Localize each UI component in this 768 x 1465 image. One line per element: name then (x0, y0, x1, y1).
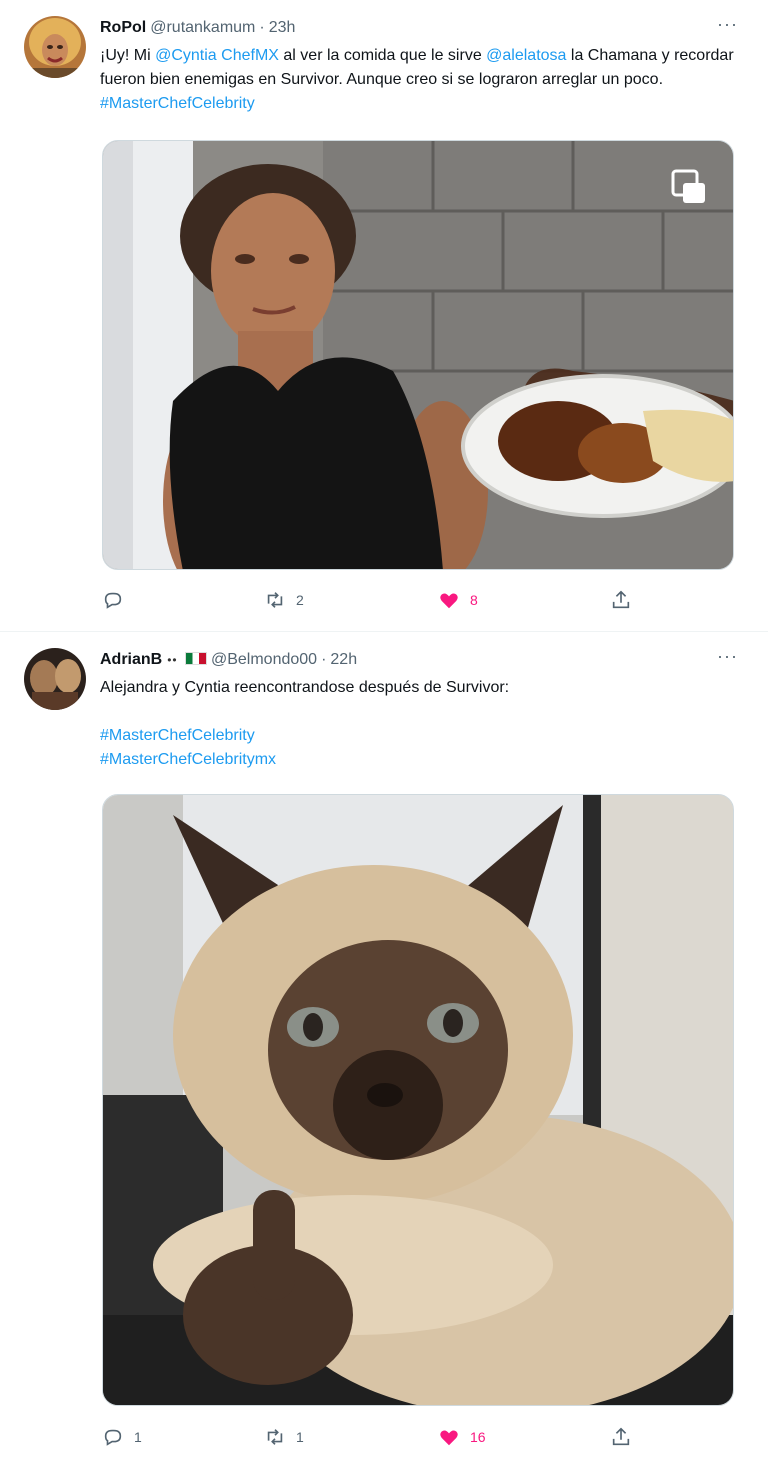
tweet-line: Alejandra y Cyntia reencontrandose despu… (100, 679, 510, 696)
mention-link[interactable]: #MasterChefCelebrity (100, 95, 255, 112)
tweet-actions: 1 1 16 (102, 1425, 642, 1449)
heart-icon (440, 593, 458, 609)
tweet-header: AdrianB •• @Belmondo00 · 22h (100, 650, 738, 672)
reply-icon (104, 592, 122, 609)
name-emoji: •• (167, 650, 207, 670)
like-button[interactable]: 8 (438, 589, 478, 611)
display-name[interactable]: AdrianB (100, 650, 162, 670)
tweet-text: ¡Uy! Mi @Cyntia ChefMX al ver la comida … (100, 44, 738, 116)
tweet-text: Alejandra y Cyntia reencontrandose despu… (100, 676, 738, 772)
tweet-header: RoPol @rutankamum · 23h (100, 18, 738, 40)
reply-button[interactable] (102, 589, 134, 611)
mexico-flag-icon (184, 652, 207, 665)
avatar[interactable] (24, 648, 86, 710)
share-button[interactable] (610, 589, 632, 611)
tweet[interactable]: AdrianB •• @Belmondo00 · 22h ··· Alejand… (0, 632, 768, 1465)
timestamp[interactable]: 23h (269, 18, 296, 38)
heart-icon (440, 1430, 458, 1446)
hashtag-link[interactable]: #MasterChefCelebritymx (100, 748, 738, 772)
retweet-icon (267, 592, 283, 608)
reply-button[interactable]: 1 (102, 1426, 142, 1448)
separator: · (259, 19, 265, 36)
tweet[interactable]: RoPol @rutankamum · 23h ··· ¡Uy! Mi @Cyn… (0, 0, 768, 632)
share-button[interactable] (610, 1426, 632, 1448)
retweet-button[interactable]: 2 (264, 589, 304, 611)
like-button[interactable]: 16 (438, 1426, 486, 1448)
display-name[interactable]: RoPol (100, 18, 146, 38)
reply-icon (104, 1429, 122, 1446)
tweet-text-segment: al ver la comida que le sirve (278, 47, 487, 64)
retweet-icon (267, 1429, 283, 1445)
separator: · (321, 651, 327, 668)
hashtag-link[interactable]: #MasterChefCelebrity (100, 724, 738, 748)
mention-link[interactable]: @alelatosa (486, 47, 566, 64)
tweet-text-segment: ¡Uy! Mi (100, 47, 156, 64)
mention-link[interactable]: @Cyntia ChefMX (155, 47, 279, 64)
emoji-dots: •• (167, 653, 182, 667)
share-icon (612, 1427, 630, 1446)
handle[interactable]: @Belmondo00 (211, 650, 317, 670)
tweet-actions: 2 8 (102, 588, 642, 612)
like-count: 16 (470, 1429, 486, 1445)
tweet-image[interactable] (102, 140, 734, 570)
retweet-count: 2 (296, 592, 304, 608)
timestamp[interactable]: 22h (330, 650, 357, 670)
avatar[interactable] (24, 16, 86, 78)
gallery-icon[interactable] (671, 169, 707, 205)
tweet-image[interactable] (102, 794, 734, 1406)
retweet-button[interactable]: 1 (264, 1426, 304, 1448)
reply-count: 1 (134, 1429, 142, 1445)
more-horizontal-icon[interactable]: ··· (717, 647, 738, 665)
handle[interactable]: @rutankamum (150, 18, 255, 38)
more-horizontal-icon[interactable]: ··· (717, 15, 738, 33)
like-count: 8 (470, 592, 478, 608)
share-icon (612, 590, 630, 609)
retweet-count: 1 (296, 1429, 304, 1445)
